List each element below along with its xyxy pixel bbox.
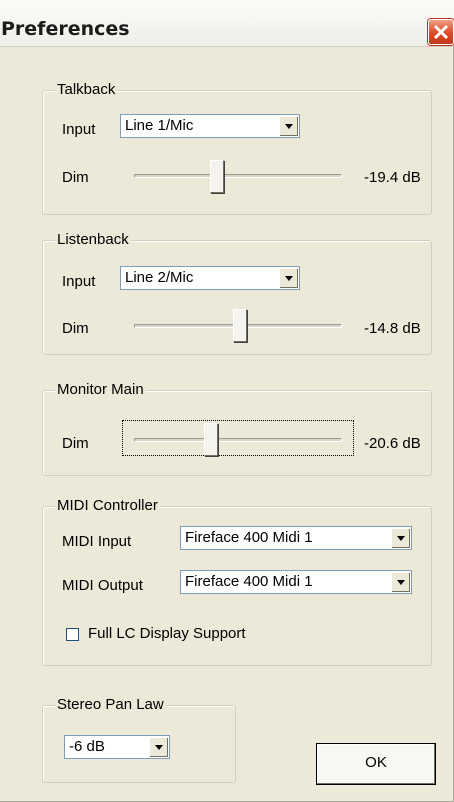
monitor-main-dim-slider-thumb[interactable] (203, 423, 218, 456)
dropdown-arrow-icon[interactable] (391, 572, 410, 592)
listenback-input-select[interactable]: Line 2/Mic (120, 266, 300, 290)
stereo-pan-law-value: -6 dB (69, 738, 105, 755)
listenback-dim-label: Dim (62, 320, 89, 337)
talkback-input-select[interactable]: Line 1/Mic (120, 114, 300, 138)
full-lc-display-label[interactable]: Full LC Display Support (88, 624, 246, 644)
full-lc-display-checkbox[interactable] (66, 628, 79, 641)
monitor-main-dim-value: -20.6 dB (364, 435, 421, 452)
listenback-input-label: Input (62, 273, 96, 290)
talkback-dim-slider-thumb[interactable] (209, 160, 224, 193)
monitor-main-dim-track[interactable] (134, 438, 342, 442)
listenback-dim-slider-thumb[interactable] (232, 309, 247, 342)
talkback-group-label: Talkback (55, 80, 118, 100)
monitor-main-group-label: Monitor Main (55, 380, 146, 400)
close-button[interactable] (428, 19, 454, 45)
talkback-dim-value: -19.4 dB (364, 169, 421, 186)
talkback-input-value: Line 1/Mic (125, 117, 194, 134)
midi-input-label: MIDI Input (62, 533, 132, 550)
talkback-dim-track[interactable] (134, 174, 342, 178)
midi-output-select[interactable]: Fireface 400 Midi 1 (180, 570, 412, 594)
midi-controller-group-label: MIDI Controller (55, 496, 160, 516)
monitor-main-dim-label: Dim (62, 435, 89, 452)
dropdown-arrow-icon[interactable] (279, 116, 298, 136)
dropdown-arrow-icon[interactable] (149, 737, 168, 757)
dropdown-arrow-icon[interactable] (279, 268, 298, 288)
midi-output-value: Fireface 400 Midi 1 (185, 573, 313, 590)
midi-input-value: Fireface 400 Midi 1 (185, 529, 313, 546)
listenback-group-label: Listenback (55, 230, 131, 250)
talkback-dim-label: Dim (62, 169, 89, 186)
preferences-dialog: Preferences Talkback Input Line 1/Mic Di… (0, 0, 454, 802)
talkback-input-label: Input (62, 121, 96, 138)
close-icon (433, 24, 449, 40)
stereo-pan-law-select[interactable]: -6 dB (64, 735, 170, 759)
title-bar[interactable]: Preferences (0, 0, 454, 47)
dropdown-arrow-icon[interactable] (391, 528, 410, 548)
listenback-input-value: Line 2/Mic (125, 269, 194, 286)
midi-input-select[interactable]: Fireface 400 Midi 1 (180, 526, 412, 550)
listenback-dim-value: -14.8 dB (364, 320, 421, 337)
talkback-group: Talkback (42, 80, 432, 215)
stereo-pan-law-group-label: Stereo Pan Law (55, 695, 166, 715)
midi-output-label: MIDI Output (62, 577, 143, 594)
window-title: Preferences (1, 18, 130, 40)
ok-button[interactable]: OK (316, 743, 436, 785)
